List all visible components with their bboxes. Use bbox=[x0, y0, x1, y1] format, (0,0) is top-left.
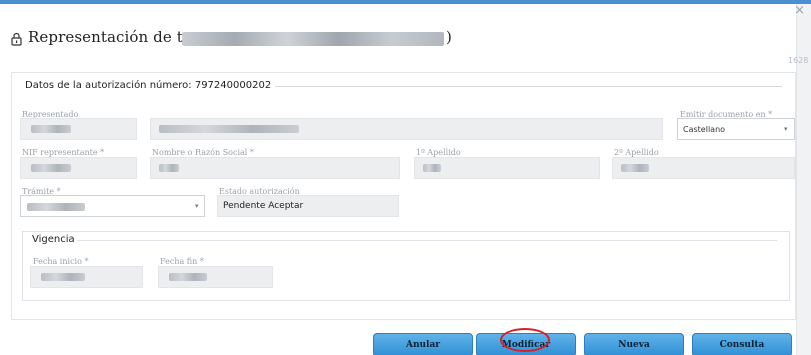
idioma-select[interactable]: Castellano ▾ bbox=[677, 118, 795, 140]
redacted-value bbox=[621, 164, 649, 172]
highlight-ring bbox=[500, 328, 550, 352]
chevron-down-icon: ▾ bbox=[784, 125, 788, 133]
representado-name-field[interactable] bbox=[150, 118, 663, 140]
redacted-value bbox=[41, 273, 85, 281]
chevron-down-icon: ▾ bbox=[195, 202, 199, 210]
apellido1-label: 1º Apellido bbox=[416, 148, 461, 157]
redacted-value bbox=[169, 273, 207, 281]
fecha-inicio-field[interactable] bbox=[30, 266, 143, 288]
vigencia-title: Vigencia bbox=[32, 234, 75, 245]
fecha-fin-label: Fecha fin * bbox=[160, 257, 204, 266]
nombre-field[interactable] bbox=[150, 157, 400, 179]
consulta-button[interactable]: Consulta bbox=[692, 333, 792, 355]
close-icon[interactable]: × bbox=[794, 3, 805, 18]
nombre-label: Nombre o Razón Social * bbox=[152, 148, 254, 157]
representado-id-field[interactable] bbox=[20, 118, 137, 140]
fecha-inicio-label: Fecha inicio * bbox=[33, 257, 89, 266]
redacted-value bbox=[159, 164, 179, 172]
tramite-select[interactable]: ▾ bbox=[20, 195, 205, 217]
estado-field: Pendente Aceptar bbox=[217, 195, 399, 217]
redacted-value bbox=[27, 203, 85, 211]
title-paren: ) bbox=[446, 28, 452, 46]
legend-divider bbox=[232, 86, 782, 87]
estado-value: Pendente Aceptar bbox=[223, 201, 304, 211]
nueva-button[interactable]: Nueva bbox=[584, 333, 684, 355]
side-counter: 1628 bbox=[788, 56, 809, 65]
apellido2-label: 2º Apellido bbox=[614, 148, 659, 157]
redacted-name bbox=[182, 32, 444, 46]
vigencia-divider bbox=[77, 240, 777, 241]
apellido2-field[interactable] bbox=[612, 157, 795, 179]
redacted-value bbox=[423, 164, 441, 172]
section-legend: Datos de la autorización número: 7972400… bbox=[25, 80, 276, 91]
redacted-value bbox=[159, 125, 299, 133]
apellido1-field[interactable] bbox=[414, 157, 600, 179]
anular-button[interactable]: Anular bbox=[373, 333, 473, 355]
idioma-value: Castellano bbox=[683, 125, 726, 134]
nif-label: NIF representante * bbox=[22, 148, 105, 157]
fecha-fin-field[interactable] bbox=[158, 266, 273, 288]
nif-field[interactable] bbox=[20, 157, 137, 179]
lock-icon bbox=[11, 32, 22, 46]
redacted-value bbox=[31, 125, 71, 133]
redacted-value bbox=[31, 164, 71, 172]
